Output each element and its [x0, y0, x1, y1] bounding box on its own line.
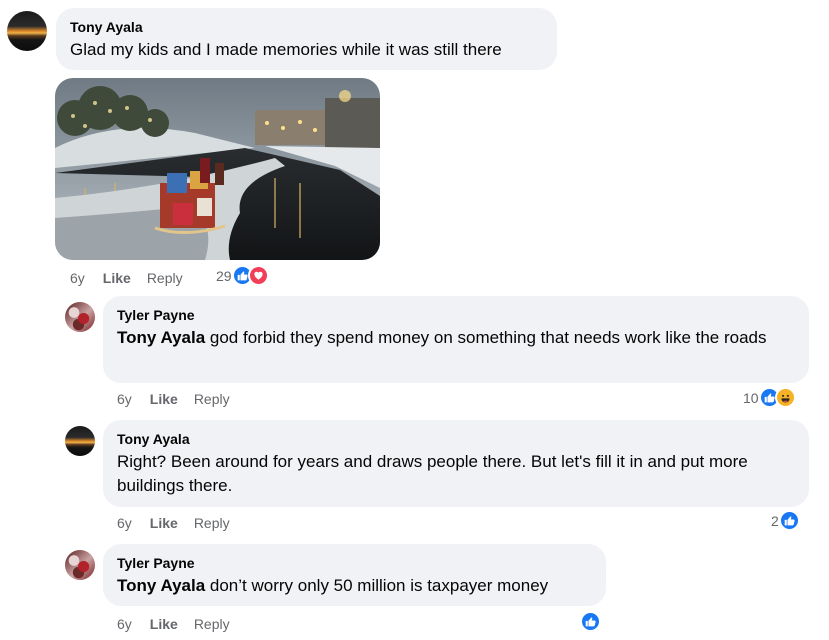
comment-actions: 6y Like Reply — [117, 514, 230, 532]
comment-actions: 6y Like Reply — [70, 269, 183, 287]
comment-text: Glad my kids and I made memories while i… — [70, 40, 502, 59]
comment-actions: 6y Like Reply — [117, 615, 230, 633]
comment-body: god forbid they spend money on something… — [205, 328, 767, 347]
reaction-summary[interactable]: 10 — [743, 387, 796, 408]
reaction-summary[interactable] — [580, 611, 601, 632]
reaction-count: 29 — [216, 267, 232, 284]
avatar[interactable] — [65, 550, 95, 580]
comment-time[interactable]: 6y — [117, 390, 132, 408]
mention-link[interactable]: Tony Ayala — [117, 576, 205, 595]
reply-button[interactable]: Reply — [147, 269, 183, 287]
comment-bubble: Tony Ayala Glad my kids and I made memor… — [56, 8, 557, 70]
comment-actions: 6y Like Reply — [117, 390, 230, 408]
comment-time[interactable]: 6y — [117, 615, 132, 633]
comment-author[interactable]: Tony Ayala — [70, 18, 545, 36]
reaction-summary[interactable]: 29 — [216, 265, 269, 286]
like-button[interactable]: Like — [150, 390, 178, 408]
reply-button[interactable]: Reply — [194, 390, 230, 408]
comment-bubble: Tyler Payne Tony Ayala god forbid they s… — [103, 296, 809, 383]
comment-text: Tony Ayala god forbid they spend money o… — [117, 326, 797, 350]
comment-time[interactable]: 6y — [70, 269, 85, 287]
comment-body: don’t worry only 50 million is taxpayer … — [205, 576, 549, 595]
reaction-count: 10 — [743, 389, 759, 406]
haha-reaction-icon — [774, 387, 796, 408]
reply-button[interactable]: Reply — [194, 615, 230, 633]
like-button[interactable]: Like — [150, 615, 178, 633]
comment-author[interactable]: Tony Ayala — [117, 430, 797, 448]
reply-button[interactable]: Reply — [194, 514, 230, 532]
winter-canal-photo — [55, 78, 380, 260]
like-button[interactable]: Like — [150, 514, 178, 532]
comment-bubble: Tyler Payne Tony Ayala don’t worry only … — [103, 544, 606, 606]
comment-photo[interactable] — [55, 78, 380, 260]
like-reaction-icon — [778, 510, 800, 531]
mention-link[interactable]: Tony Ayala — [117, 328, 205, 347]
like-reaction-icon — [580, 611, 601, 632]
comment-text: Tony Ayala don’t worry only 50 million i… — [117, 574, 594, 598]
love-reaction-icon — [247, 265, 269, 286]
like-button[interactable]: Like — [103, 269, 131, 287]
reaction-count: 2 — [771, 512, 779, 529]
avatar[interactable] — [7, 11, 47, 51]
comment-author[interactable]: Tyler Payne — [117, 306, 797, 324]
comment-time[interactable]: 6y — [117, 514, 132, 532]
comment-author[interactable]: Tyler Payne — [117, 554, 594, 572]
comment-text: Right? Been around for years and draws p… — [117, 452, 748, 495]
reaction-summary[interactable]: 2 — [771, 510, 800, 531]
avatar[interactable] — [65, 302, 95, 332]
comment-bubble: Tony Ayala Right? Been around for years … — [103, 420, 809, 507]
avatar[interactable] — [65, 426, 95, 456]
